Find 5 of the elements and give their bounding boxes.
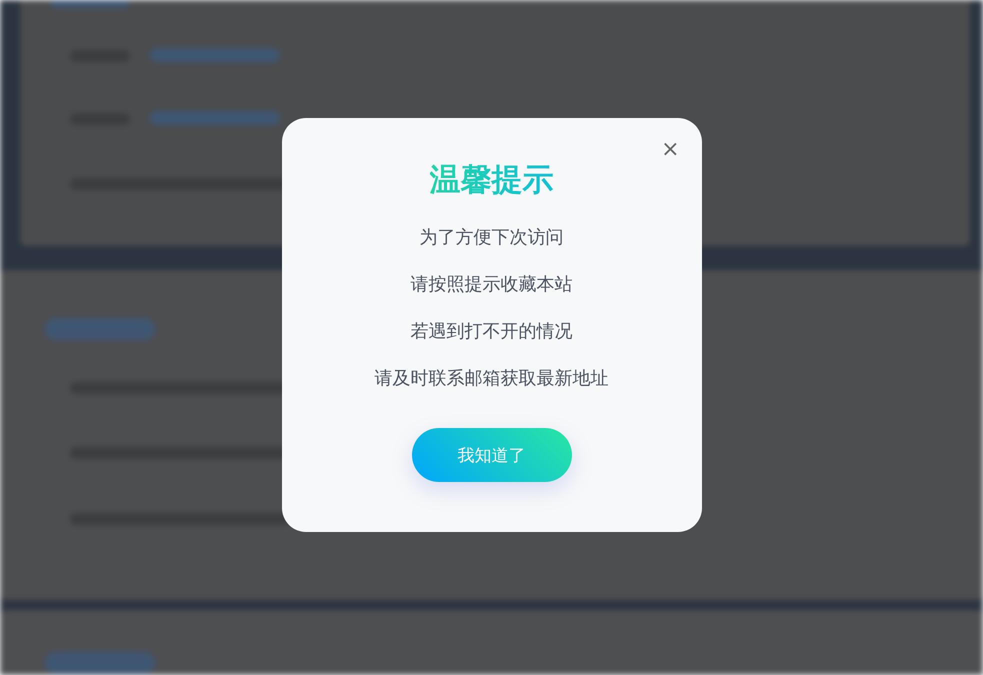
notice-text: 为了方便下次访问 [420,226,564,250]
notice-text: 若遇到打不开的情况 [410,320,572,344]
notice-text: 请按照提示收藏本站 [410,273,572,297]
notice-text: 请及时联系邮箱获取最新地址 [374,367,608,391]
close-button[interactable]: × [659,138,682,162]
